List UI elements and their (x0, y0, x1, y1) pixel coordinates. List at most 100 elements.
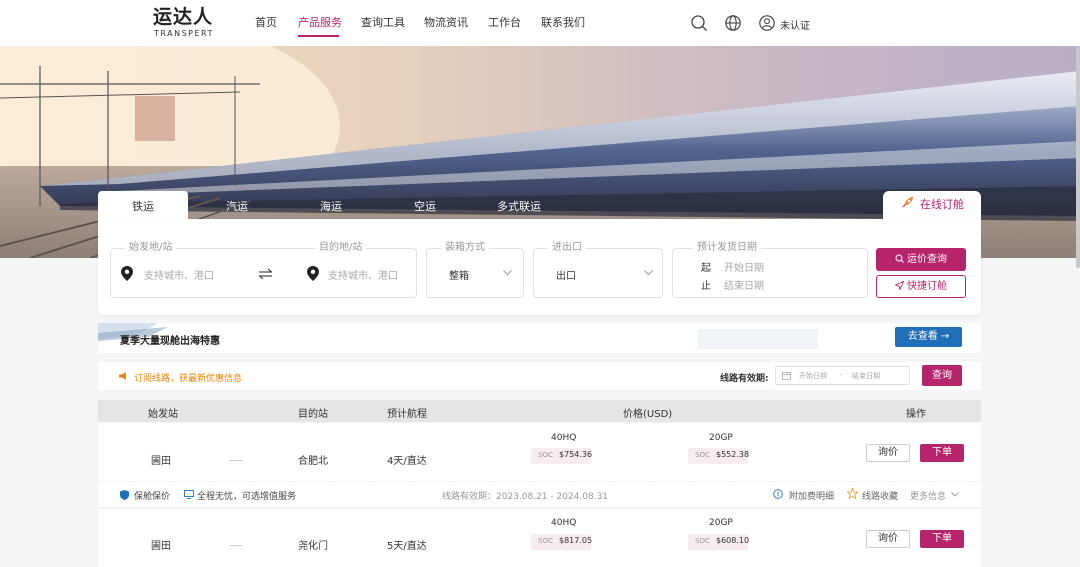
tab-multimodal[interactable]: 多式联运 (492, 191, 546, 219)
route-line (230, 460, 242, 461)
chevron-down-icon (503, 270, 512, 276)
container-value: 整箱 (449, 271, 469, 282)
price-value-40hq: $817.05 (559, 536, 593, 545)
nav-item-query-tools[interactable]: 查询工具 (361, 0, 405, 46)
freight-query-label: 运价查询 (907, 254, 947, 265)
favorite-route-link[interactable]: 线路收藏 (862, 489, 898, 502)
price-box-20gp: SOC $608.10 (688, 534, 750, 550)
price-value-40hq: $754.36 (559, 450, 593, 459)
col-destination: 目的站 (298, 409, 328, 420)
start-char: 起 (701, 263, 711, 274)
destination-input[interactable]: 支持城市、港口 (328, 267, 398, 282)
nav-item-workbench[interactable]: 工作台 (488, 0, 521, 46)
search-icon (895, 254, 904, 263)
soc-tag: SOC (695, 537, 710, 545)
star-icon (847, 488, 858, 499)
tab-rail[interactable]: 铁运 (98, 191, 188, 219)
row-destination: 合肥北 (298, 456, 328, 467)
price-box-20gp: SOC $552.38 (688, 448, 750, 464)
surcharge-detail-link[interactable]: 附加费明细 (789, 489, 834, 502)
price-label-40hq: 40HQ (551, 433, 577, 443)
monitor-icon (184, 490, 194, 499)
end-date-input[interactable]: 结束日期 (724, 277, 764, 292)
quick-booking-button[interactable]: 快捷订舱 (876, 275, 966, 298)
swap-icon[interactable] (259, 268, 272, 280)
online-booking-label: 在线订舱 (920, 198, 964, 211)
route-validity: 线路有效期：2023.08.21 - 2024.08.31 (442, 492, 609, 502)
row-destination: 尧化门 (298, 541, 328, 552)
promo-banner: 夏季大量现舱出海特惠 (98, 323, 981, 353)
row-duration: 4天/直达 (387, 456, 427, 467)
container-legend: 装箱方式 (441, 241, 489, 255)
direction-value: 出口 (556, 271, 576, 282)
row-duration: 5天/直达 (387, 541, 427, 552)
validity-end-input[interactable]: 结束日期 (852, 371, 880, 381)
user-icon[interactable] (758, 14, 776, 32)
direction-select[interactable]: 进出口 出口 (533, 241, 663, 298)
soc-tag: SOC (695, 451, 710, 459)
inquiry-button[interactable]: 询价 (866, 530, 910, 548)
megaphone-icon (119, 372, 126, 380)
tab-sea[interactable]: 海运 (304, 191, 358, 219)
logo-sub-text: TRANSPERT (154, 29, 214, 38)
table-header: 始发站 目的站 预计航程 价格(USD) 操作 (98, 400, 981, 422)
nav-item-home[interactable]: 首页 (255, 0, 277, 46)
ship-date-legend: 预计发货日期 (693, 241, 761, 255)
freight-query-button[interactable]: 运价查询 (876, 248, 966, 271)
shield-icon (120, 490, 129, 500)
soc-tag: SOC (538, 451, 553, 459)
origin-input[interactable]: 支持城市、港口 (144, 267, 214, 282)
service-info-row: 保舱保价 全程无忧，可选增值服务 线路有效期：2023.08.21 - 2024… (98, 481, 981, 507)
validity-separator: - (840, 371, 843, 379)
nav-item-products[interactable]: 产品服务 (298, 0, 342, 46)
container-select[interactable]: 装箱方式 整箱 (426, 241, 524, 298)
nav-item-news[interactable]: 物流资讯 (424, 0, 468, 46)
worry-free-tag: 全程无忧，可选增值服务 (197, 492, 297, 502)
more-info-link[interactable]: 更多信息 (910, 489, 946, 502)
fee-icon (773, 489, 783, 499)
validity-start-input[interactable]: 开始日期 (799, 371, 827, 381)
logo-main-text: 运达人 (153, 6, 214, 28)
page-scrollbar[interactable] (1076, 46, 1080, 268)
chevron-down-icon (951, 492, 959, 497)
quick-booking-label: 快捷订舱 (907, 281, 947, 292)
row-origin: 圃田 (151, 456, 171, 467)
table-row: 圃田 尧化门 5天/直达 40HQ SOC $817.05 20GP SOC $… (98, 508, 981, 567)
search-icon[interactable] (690, 14, 708, 32)
user-status-label[interactable]: 未认证 (780, 17, 810, 32)
rocket-icon (902, 197, 913, 208)
online-booking-tab[interactable]: 在线订舱 (883, 191, 981, 219)
promo-background (98, 323, 818, 349)
price-label-40hq: 40HQ (551, 518, 577, 528)
tab-air[interactable]: 空运 (398, 191, 452, 219)
col-duration: 预计航程 (387, 409, 427, 420)
direction-legend: 进出口 (548, 241, 586, 255)
globe-icon[interactable] (724, 14, 742, 32)
send-icon (894, 280, 905, 291)
route-line (230, 545, 242, 546)
order-button[interactable]: 下单 (920, 444, 964, 462)
tab-road[interactable]: 汽运 (210, 191, 264, 219)
insurance-tag: 保舱保价 (134, 492, 171, 502)
validity-date-range[interactable]: 开始日期 - 结束日期 (775, 366, 910, 385)
validity-filter-label: 线路有效期: (720, 374, 769, 384)
nav-item-contact[interactable]: 联系我们 (541, 0, 585, 46)
validity-query-button[interactable]: 查询 (922, 365, 962, 386)
location-pin-icon (307, 266, 319, 281)
view-promo-button[interactable]: 去查看 → (895, 327, 962, 347)
order-button[interactable]: 下单 (920, 530, 964, 548)
price-value-20gp: $608.10 (716, 536, 750, 545)
nav-active-indicator (298, 35, 339, 37)
price-label-20gp: 20GP (709, 518, 733, 528)
start-date-input[interactable]: 开始日期 (724, 259, 764, 274)
subscribe-route-link[interactable]: 订阅线路，获最新优惠信息 (134, 371, 242, 384)
inquiry-button[interactable]: 询价 (866, 444, 910, 462)
col-origin: 始发站 (148, 409, 178, 420)
row-origin: 圃田 (151, 541, 171, 552)
price-value-20gp: $552.38 (716, 450, 750, 459)
route-field-group: 始发地/站 目的地/站 支持城市、港口 支持城市、港口 (110, 241, 417, 298)
ship-date-range[interactable]: 预计发货日期 起 开始日期 止 结束日期 (672, 241, 868, 298)
destination-legend: 目的地/站 (315, 241, 367, 255)
brand-logo[interactable]: 运达人 TRANSPERT (153, 6, 215, 40)
price-box-40hq: SOC $817.05 (531, 534, 593, 550)
